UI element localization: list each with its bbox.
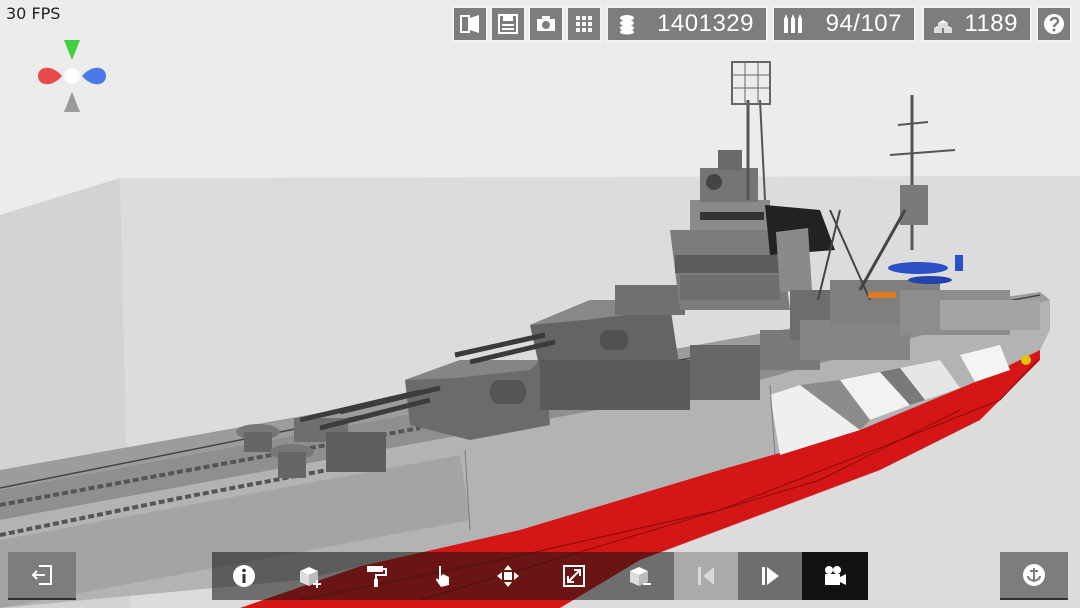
parts-value: 1189 <box>964 10 1018 37</box>
viewport-3d[interactable] <box>0 0 1080 608</box>
video-camera-icon <box>825 566 846 585</box>
info-icon <box>233 565 255 587</box>
paint-roller-icon <box>367 566 387 587</box>
add-part-button[interactable] <box>278 552 342 600</box>
view-mode-button[interactable] <box>452 6 488 42</box>
exit-icon <box>31 565 52 585</box>
remove-part-button[interactable] <box>608 552 672 600</box>
resize-icon <box>563 565 585 587</box>
hand-pointer-icon <box>436 566 449 587</box>
move-button[interactable] <box>476 552 540 600</box>
grid-button[interactable] <box>566 6 602 42</box>
bottom-toolbar <box>212 552 868 600</box>
book-open-icon <box>460 15 479 33</box>
question-icon <box>1044 14 1064 34</box>
credits-counter: 1401329 <box>606 6 768 42</box>
camera-icon <box>537 16 555 31</box>
exit-button[interactable] <box>8 552 76 600</box>
grid-icon <box>576 16 592 32</box>
next-button[interactable] <box>738 552 802 600</box>
parts-counter: 1189 <box>922 6 1032 42</box>
save-button[interactable] <box>490 6 526 42</box>
remove-block-icon <box>630 567 651 586</box>
ammo-value: 94/107 <box>825 10 902 37</box>
anchor-button[interactable] <box>1000 552 1068 600</box>
move-arrows-icon <box>497 565 519 587</box>
bullets-icon <box>784 14 802 33</box>
save-icon <box>498 14 518 34</box>
paint-button[interactable] <box>344 552 408 600</box>
ammo-counter: 94/107 <box>772 6 916 42</box>
step-back-icon <box>698 567 714 585</box>
fps-counter: 30 FPS <box>6 4 61 23</box>
screenshot-button[interactable] <box>528 6 564 42</box>
previous-button[interactable] <box>674 552 738 600</box>
credits-value: 1401329 <box>657 10 754 37</box>
step-forward-icon <box>762 567 779 585</box>
anchor-icon <box>1023 564 1045 586</box>
help-button[interactable] <box>1036 6 1072 42</box>
scale-button[interactable] <box>542 552 606 600</box>
coins-icon <box>620 15 634 35</box>
select-button[interactable] <box>410 552 474 600</box>
cubes-icon <box>934 20 952 33</box>
add-block-icon <box>300 567 321 588</box>
camera-button[interactable] <box>802 552 868 600</box>
info-button[interactable] <box>212 552 276 600</box>
orientation-gizmo-icon[interactable] <box>34 36 110 116</box>
